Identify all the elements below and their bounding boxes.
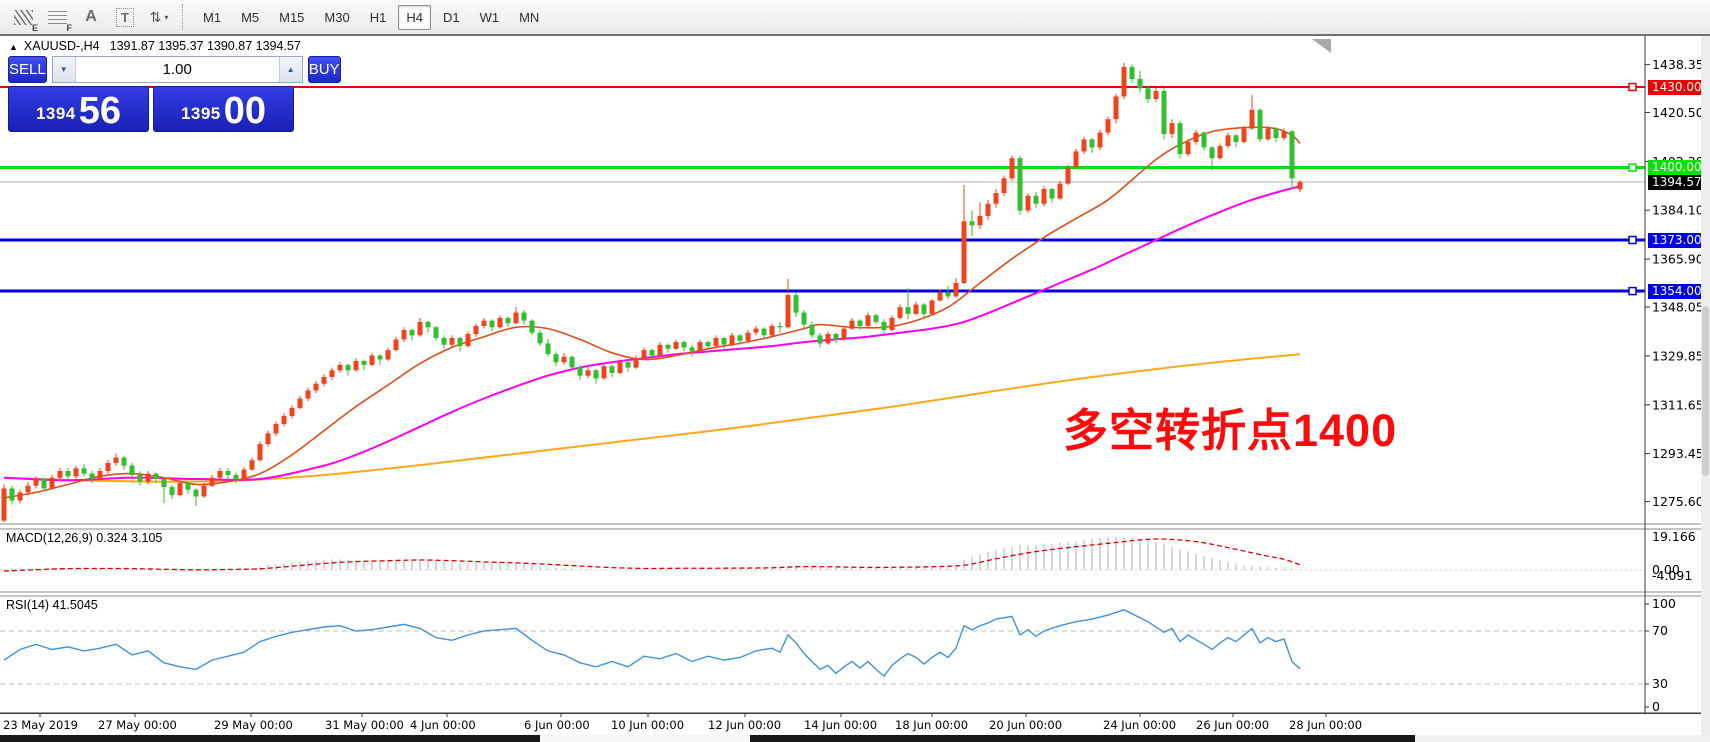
tf-button-M5[interactable]: M5	[233, 5, 267, 30]
buy-button[interactable]: BUY	[308, 56, 341, 83]
symbol-ohlc-line: ▲ XAUUSD-,H4 1391.87 1395.37 1390.87 1394.…	[9, 39, 301, 53]
sell-price-box[interactable]: 1394 56	[8, 86, 149, 132]
time-tick-label: 12 Jun 00:00	[708, 718, 781, 732]
sell-price-main: 1394	[36, 104, 76, 124]
rsi-label: RSI(14) 41.5045	[6, 598, 98, 612]
symbol-title: XAUUSD-,H4	[24, 39, 100, 53]
bottom-strip-segment	[540, 735, 750, 742]
rsi-line	[4, 610, 1300, 676]
fibonacci-grid-icon[interactable]: F	[44, 4, 70, 30]
buy-price-box[interactable]: 1395 00	[153, 86, 294, 132]
tf-button-M15[interactable]: M15	[271, 5, 312, 30]
time-tick-label: 14 Jun 00:00	[804, 718, 877, 732]
time-tick-label: 24 Jun 00:00	[1103, 718, 1176, 732]
level-price-label: 1354.00	[1648, 284, 1702, 299]
volume-spinner: ▼ ▲	[52, 56, 303, 83]
buy-price-pips: 00	[224, 93, 266, 129]
collapse-triangle-icon[interactable]: ▲	[9, 42, 18, 52]
volume-input[interactable]	[76, 57, 279, 82]
price-tick-label: 1348.05	[1652, 300, 1704, 315]
buy-price-main: 1395	[181, 104, 221, 124]
sell-button[interactable]: SELL	[8, 56, 47, 83]
time-tick-label: 29 May 00:00	[214, 718, 293, 732]
rsi-panel	[0, 610, 1645, 684]
ohlc-values: 1391.87 1395.37 1390.87 1394.57	[110, 39, 301, 53]
text-box-icon[interactable]: T	[112, 4, 138, 30]
macd-label: MACD(12,26,9) 0.324 3.105	[6, 531, 162, 545]
chart-shift-marker-icon[interactable]	[1312, 39, 1331, 53]
price-tick-label: 1420.50	[1652, 105, 1704, 120]
tf-button-D1[interactable]: D1	[435, 5, 468, 30]
level-price-label: 1373.00	[1648, 233, 1702, 248]
price-tick-label: 1365.90	[1652, 252, 1704, 267]
volume-increase-button[interactable]: ▲	[279, 57, 302, 82]
tf-button-H4[interactable]: H4	[398, 5, 431, 30]
rsi-axis-label: 30	[1652, 676, 1668, 691]
time-tick-label: 23 May 2019	[3, 718, 78, 732]
time-tick-label: 4 Jun 00:00	[410, 718, 476, 732]
tf-button-W1[interactable]: W1	[472, 5, 508, 30]
rsi-axis-label: 0	[1652, 699, 1660, 714]
tf-button-M1[interactable]: M1	[195, 5, 229, 30]
scrollbar-thumb[interactable]	[1702, 306, 1709, 476]
sell-price-pips: 56	[79, 93, 121, 129]
price-tick-label: 1311.65	[1652, 397, 1704, 412]
level-price-label: 1430.00	[1648, 80, 1702, 95]
time-tick-label: 26 Jun 00:00	[1196, 718, 1269, 732]
bottom-strip-segment	[0, 735, 540, 742]
macd-axis-label: -4.091	[1652, 568, 1692, 583]
price-tick-label: 1293.45	[1652, 446, 1704, 461]
time-tick-label: 27 May 00:00	[98, 718, 177, 732]
text-label-icon[interactable]: A	[78, 4, 104, 30]
equidistant-channel-icon[interactable]: E	[10, 4, 36, 30]
toolbar-separator	[182, 4, 183, 30]
bottom-taskbar-strip	[0, 735, 1710, 742]
level-price-label: 1400.00	[1648, 160, 1702, 175]
one-click-trading-panel: SELL ▼ ▲ BUY 1394 56 1395 00	[8, 56, 294, 132]
tf-button-M30[interactable]: M30	[316, 5, 357, 30]
macd-axis-label: 19.166	[1652, 529, 1696, 544]
price-tick-label: 1438.35	[1652, 57, 1704, 72]
tf-button-H1[interactable]: H1	[362, 5, 395, 30]
time-tick-label: 18 Jun 00:00	[895, 718, 968, 732]
current-price-label: 1394.57	[1648, 175, 1702, 190]
rsi-axis-label: 70	[1652, 623, 1668, 638]
toolbar: EFAT ⇅▾ M1M5M15M30H1H4D1W1MN	[0, 0, 1710, 36]
window-right-edge	[1701, 36, 1710, 736]
arrow-objects-icon[interactable]: ⇅▾	[146, 4, 172, 30]
timeframe-buttons: M1M5M15M30H1H4D1W1MN	[193, 5, 549, 30]
time-tick-label: 6 Jun 00:00	[524, 718, 590, 732]
macd-signal-line	[4, 539, 1300, 571]
chart-annotation: 多空转折点1400	[1063, 394, 1397, 459]
tf-button-MN[interactable]: MN	[511, 5, 547, 30]
price-tick-label: 1329.85	[1652, 348, 1704, 363]
bottom-strip-segment	[1415, 735, 1710, 742]
time-tick-label: 10 Jun 00:00	[611, 718, 684, 732]
mt4-chart-window: EFAT ⇅▾ M1M5M15M30H1H4D1W1MN 1438.35 1420.…	[0, 0, 1710, 742]
price-tick-label: 1275.60	[1652, 494, 1704, 509]
time-tick-label: 28 Jun 00:00	[1289, 718, 1362, 732]
price-tick-label: 1384.10	[1652, 203, 1704, 218]
bottom-strip-segment	[750, 735, 1415, 742]
toolbar-object-icons: EFAT ⇅▾	[6, 4, 176, 30]
rsi-axis-label: 100	[1652, 596, 1676, 611]
time-tick-label: 31 May 00:00	[325, 718, 404, 732]
volume-decrease-button[interactable]: ▼	[53, 57, 76, 82]
time-tick-label: 20 Jun 00:00	[989, 718, 1062, 732]
macd-panel	[0, 537, 1645, 571]
